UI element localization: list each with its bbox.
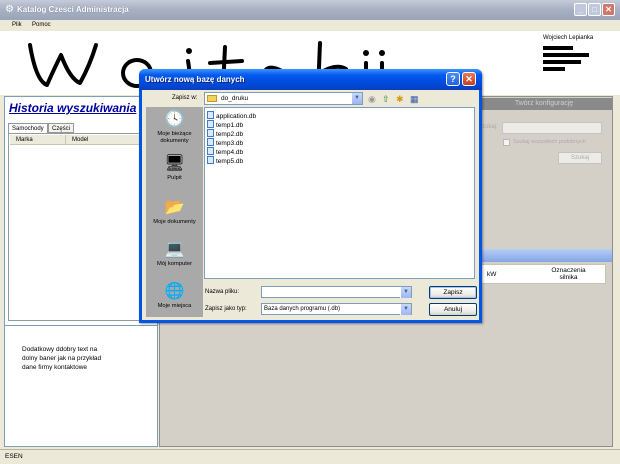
search-history-title: Historia wyszukiwania xyxy=(9,101,137,115)
help-button[interactable]: ? xyxy=(446,72,460,86)
place-desktop[interactable]: 🖥 Pulpit xyxy=(146,155,203,182)
filetype-value: Baza danych programu (.db) xyxy=(264,306,341,312)
redaction-bar xyxy=(543,46,573,50)
file-item[interactable]: temp5.db xyxy=(207,156,243,165)
app-title-bar: ⚙ Katalog Czesci Administracja _ □ ✕ xyxy=(0,0,620,20)
chevron-down-icon[interactable]: ▼ xyxy=(351,93,362,104)
chevron-down-icon[interactable]: ▼ xyxy=(400,287,411,298)
results-table-header: kW Oznaczenia silnika xyxy=(480,264,606,284)
column-header-make[interactable]: Marka xyxy=(10,135,66,145)
similar-checkbox[interactable] xyxy=(503,139,510,146)
place-label: Pulpit xyxy=(167,175,182,181)
history-table[interactable]: Marka Model xyxy=(8,133,156,321)
new-folder-icon[interactable]: ✱ xyxy=(396,94,404,104)
minimize-button[interactable]: _ xyxy=(574,3,587,16)
place-label: Moje dokumenty xyxy=(153,219,196,225)
app-gear-icon: ⚙ xyxy=(5,4,14,15)
database-file-icon xyxy=(207,138,214,146)
filename-input[interactable]: ▼ xyxy=(261,286,412,298)
place-my-computer[interactable]: 💻 Mój komputer xyxy=(146,241,203,268)
column-header-engine-code[interactable]: Oznaczenia silnika xyxy=(546,267,591,281)
desktop-icon: 🖥 xyxy=(164,155,185,172)
up-folder-icon[interactable]: ⇧ xyxy=(382,94,390,104)
file-name: application.db xyxy=(216,113,257,120)
results-title-strip xyxy=(480,249,612,262)
divider xyxy=(5,325,157,326)
back-icon[interactable]: ◉ xyxy=(368,94,376,104)
filetype-label: Zapisz jako typ: xyxy=(205,306,247,312)
status-bar: ESEN xyxy=(0,449,620,464)
file-name: temp4.db xyxy=(216,149,244,156)
database-file-icon xyxy=(207,120,214,128)
places-bar: 🕓 Moje bieżące dokumenty 🖥 Pulpit 📂 Moje… xyxy=(146,107,203,317)
info-text: Dodatkowy ddobry text na dolny baner jak… xyxy=(22,346,102,371)
redaction-bar xyxy=(543,67,565,71)
save-button[interactable]: Zapisz xyxy=(429,286,477,299)
place-my-documents[interactable]: 📂 Moje dokumenty xyxy=(146,199,203,226)
file-item[interactable]: temp2.db xyxy=(207,129,243,138)
recent-documents-icon: 🕓 xyxy=(164,111,185,128)
menu-help[interactable]: Pomoc xyxy=(32,22,51,28)
menu-bar: Plik Pomoc xyxy=(0,20,620,31)
redaction-bar xyxy=(543,53,589,57)
database-file-icon xyxy=(207,156,214,164)
close-button[interactable]: ✕ xyxy=(602,3,615,16)
redaction-bar xyxy=(543,60,581,64)
place-label: Mój komputer xyxy=(156,261,193,267)
view-menu-icon[interactable]: ▦ xyxy=(410,94,419,104)
filetype-select[interactable]: Baza danych programu (.db) ▼ xyxy=(261,303,412,315)
dialog-title-bar: Utwórz nową bazę danych ? ✕ xyxy=(139,69,482,90)
database-file-icon xyxy=(207,111,214,119)
create-config-button[interactable]: Twórz konfigurację xyxy=(476,98,612,110)
file-item[interactable]: temp3.db xyxy=(207,138,243,147)
folder-icon xyxy=(207,95,217,102)
file-item[interactable]: temp4.db xyxy=(207,147,243,156)
my-computer-icon: 💻 xyxy=(164,241,185,258)
dialog-close-button[interactable]: ✕ xyxy=(462,72,476,86)
app-title: Katalog Czesci Administracja xyxy=(17,5,129,14)
search-button[interactable]: Szukaj xyxy=(558,152,602,164)
save-in-label: Zapisz w: xyxy=(172,95,198,101)
menu-file[interactable]: Plik xyxy=(12,22,22,28)
left-panel: Historia wyszukiwania Samochody Części M… xyxy=(4,96,158,447)
place-label: Moje miejsca xyxy=(157,303,192,309)
place-recent-documents[interactable]: 🕓 Moje bieżące dokumenty xyxy=(146,111,203,145)
chevron-down-icon[interactable]: ▼ xyxy=(400,304,411,315)
place-label: Moje bieżące dokumenty xyxy=(157,131,192,144)
maximize-button[interactable]: □ xyxy=(588,3,601,16)
dialog-title: Utwórz nową bazę danych xyxy=(145,75,245,84)
file-list[interactable]: application.db temp1.db temp2.db temp3.d… xyxy=(204,107,475,279)
filename-label: Nazwa pliku: xyxy=(205,289,240,295)
tab-parts[interactable]: Części xyxy=(48,123,75,133)
file-name: temp2.db xyxy=(216,131,244,138)
save-in-value: do_druku xyxy=(221,95,249,102)
database-file-icon xyxy=(207,147,214,155)
my-documents-icon: 📂 xyxy=(164,199,185,216)
cancel-button[interactable]: Anuluj xyxy=(429,303,477,316)
similar-checkbox-label: Szukaj wszystkich podobnych xyxy=(513,139,586,145)
file-item[interactable]: temp1.db xyxy=(207,120,243,129)
file-item[interactable]: application.db xyxy=(207,111,256,120)
create-database-dialog: Utwórz nową bazę danych ? ✕ Zapisz w: do… xyxy=(139,69,482,323)
network-places-icon: 🌐 xyxy=(164,283,185,300)
column-header-kw[interactable]: kW xyxy=(487,271,496,278)
place-network[interactable]: 🌐 Moje miejsca xyxy=(146,283,203,310)
save-in-dropdown[interactable]: do_druku ▼ xyxy=(204,92,363,105)
file-name: temp1.db xyxy=(216,122,244,129)
status-text: ESEN xyxy=(5,453,23,460)
file-name: temp5.db xyxy=(216,158,244,165)
owner-name: Wojciech Lepianka xyxy=(543,35,594,41)
file-name: temp3.db xyxy=(216,140,244,147)
database-file-icon xyxy=(207,129,214,137)
search-input[interactable] xyxy=(502,122,602,134)
